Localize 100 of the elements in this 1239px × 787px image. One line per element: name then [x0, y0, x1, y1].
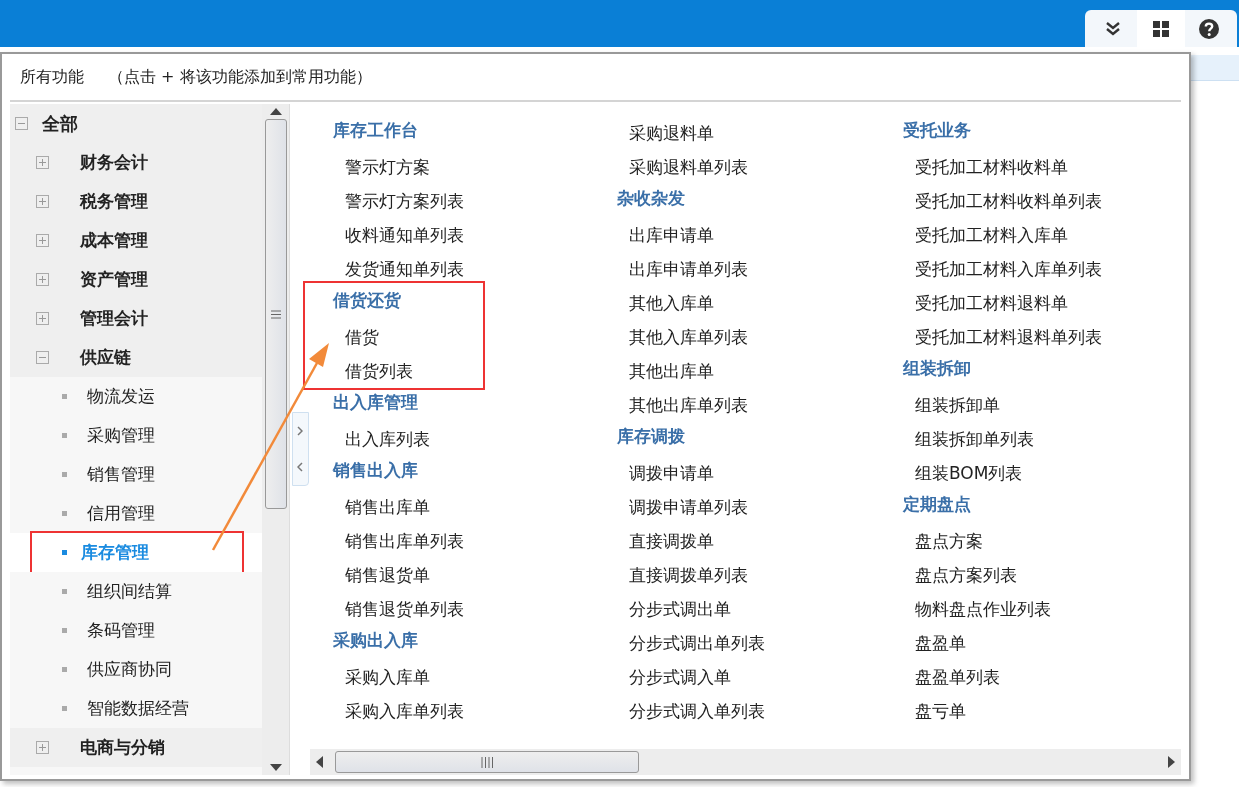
horizontal-scrollbar[interactable]	[310, 749, 1181, 775]
function-link[interactable]: 分步式调入单列表	[617, 694, 765, 728]
function-link[interactable]: 发货通知单列表	[333, 252, 464, 286]
panel-hint: （点击 + 将该功能添加到常用功能）	[108, 66, 372, 88]
function-link[interactable]: 其他出库单	[617, 354, 748, 388]
scroll-right-icon[interactable]	[1168, 756, 1175, 768]
function-link[interactable]: 盘盈单	[903, 626, 1051, 660]
group-heading: 杂收杂发	[617, 187, 686, 210]
group-heading: 库存调拨	[617, 425, 686, 448]
function-link[interactable]: 借货列表	[333, 354, 413, 388]
function-link[interactable]: 组装拆卸单列表	[903, 422, 1034, 456]
scroll-up-icon[interactable]	[269, 108, 282, 115]
vertical-scrollbar[interactable]	[262, 104, 290, 775]
function-link[interactable]: 盘盈单列表	[903, 660, 1051, 694]
function-link[interactable]: 受托加工材料收料单	[903, 150, 1102, 184]
tree-item[interactable]: 管理会计	[80, 305, 148, 332]
tree-item-label: 供应商协同	[87, 657, 172, 681]
group-heading: 组装拆卸	[903, 357, 972, 380]
bullet-icon	[62, 472, 67, 477]
function-link[interactable]: 分步式调入单	[617, 660, 765, 694]
function-link[interactable]: 受托加工材料退料单列表	[903, 320, 1102, 354]
function-link[interactable]: 采购入库单	[333, 660, 464, 694]
expand-toggle-icon[interactable]	[36, 156, 49, 169]
tree-item-label: 信用管理	[87, 501, 155, 525]
function-link[interactable]: 警示灯方案	[333, 150, 464, 184]
scroll-left-icon[interactable]	[316, 756, 323, 768]
group-heading: 出入库管理	[333, 391, 419, 414]
grid-button[interactable]	[1137, 10, 1185, 47]
function-link[interactable]: 收料通知单列表	[333, 218, 464, 252]
function-link[interactable]: 借货	[333, 320, 413, 354]
group-heading: 借货还货	[333, 289, 402, 312]
tree-item[interactable]: 全部	[42, 110, 78, 137]
group-heading: 采购出入库	[333, 629, 419, 652]
bullet-icon	[62, 433, 67, 438]
tree-leaf-row[interactable]: 库存管理	[10, 533, 262, 572]
tree-item-label: 智能数据经营	[87, 696, 189, 720]
function-link[interactable]: 组装BOM列表	[903, 456, 1034, 490]
chevron-right-icon	[297, 426, 303, 436]
function-link[interactable]: 出库申请单列表	[617, 252, 748, 286]
function-link[interactable]: 其他入库单	[617, 286, 748, 320]
function-link[interactable]: 采购入库单列表	[333, 694, 464, 728]
function-link[interactable]: 分步式调出单	[617, 592, 765, 626]
function-link[interactable]: 组装拆卸单	[903, 388, 1034, 422]
function-link[interactable]: 采购退料单列表	[617, 150, 748, 184]
group-heading: 受托业务	[903, 119, 972, 142]
tree-item[interactable]: 资产管理	[80, 266, 148, 293]
function-link[interactable]: 物料盘点作业列表	[903, 592, 1051, 626]
bullet-icon	[62, 550, 67, 555]
expand-toggle-icon[interactable]	[36, 195, 49, 208]
function-link[interactable]: 警示灯方案列表	[333, 184, 464, 218]
function-link[interactable]: 其他入库单列表	[617, 320, 748, 354]
tree-item[interactable]: 供应链	[80, 344, 131, 371]
grid-icon	[1153, 20, 1169, 37]
chevron-left-icon	[297, 462, 303, 472]
function-link[interactable]: 直接调拨单	[617, 524, 765, 558]
tree-item[interactable]: 税务管理	[80, 188, 148, 215]
tree-item[interactable]: 成本管理	[80, 227, 148, 254]
tree-item[interactable]: 财务会计	[80, 149, 148, 176]
function-link[interactable]: 销售出库单列表	[333, 524, 464, 558]
function-link[interactable]: 受托加工材料退料单	[903, 286, 1102, 320]
double-chevron-down-icon	[1105, 20, 1121, 37]
function-link[interactable]: 受托加工材料收料单列表	[903, 184, 1102, 218]
grip-icon	[270, 309, 281, 319]
panel-title: 所有功能	[20, 66, 84, 88]
function-link[interactable]: 其他出库单列表	[617, 388, 748, 422]
function-link[interactable]: 出入库列表	[333, 422, 430, 456]
function-link[interactable]: 盘亏单	[903, 694, 1051, 728]
collapse-toggle-icon[interactable]	[15, 117, 28, 130]
expand-toggle-icon[interactable]	[36, 312, 49, 325]
scroll-thumb[interactable]	[335, 751, 639, 773]
scroll-down-icon[interactable]	[269, 764, 282, 771]
function-link[interactable]: 销售退货单列表	[333, 592, 464, 626]
function-link[interactable]: 出库申请单	[617, 218, 748, 252]
function-link[interactable]: 受托加工材料入库单	[903, 218, 1102, 252]
function-link[interactable]: 采购退料单	[617, 116, 748, 150]
function-link[interactable]: 分步式调出单列表	[617, 626, 765, 660]
function-link[interactable]: 直接调拨单列表	[617, 558, 765, 592]
bullet-icon	[62, 589, 67, 594]
grip-icon	[480, 756, 494, 768]
function-link[interactable]: 盘点方案	[903, 524, 1051, 558]
scroll-thumb[interactable]	[264, 119, 287, 509]
function-link[interactable]: 盘点方案列表	[903, 558, 1051, 592]
tree-item-label: 采购管理	[87, 423, 155, 447]
function-link[interactable]: 销售退货单	[333, 558, 464, 592]
help-icon	[1199, 18, 1219, 39]
collapse-toggle-icon[interactable]	[36, 351, 49, 364]
function-link[interactable]: 调拨申请单列表	[617, 490, 765, 524]
function-link[interactable]: 调拨申请单	[617, 456, 765, 490]
expand-toggle-icon[interactable]	[36, 234, 49, 247]
group-heading: 库存工作台	[333, 119, 419, 142]
bullet-icon	[62, 628, 67, 633]
function-link[interactable]: 销售出库单	[333, 490, 464, 524]
bullet-icon	[62, 706, 67, 711]
tree-item-label: 销售管理	[87, 462, 155, 486]
tree-item-label: 条码管理	[87, 618, 155, 642]
function-link[interactable]: 受托加工材料入库单列表	[903, 252, 1102, 286]
expand-toggle-icon[interactable]	[36, 741, 49, 754]
bullet-icon	[62, 511, 67, 516]
tree-item-label: 物流发运	[87, 384, 155, 408]
expand-toggle-icon[interactable]	[36, 273, 49, 286]
